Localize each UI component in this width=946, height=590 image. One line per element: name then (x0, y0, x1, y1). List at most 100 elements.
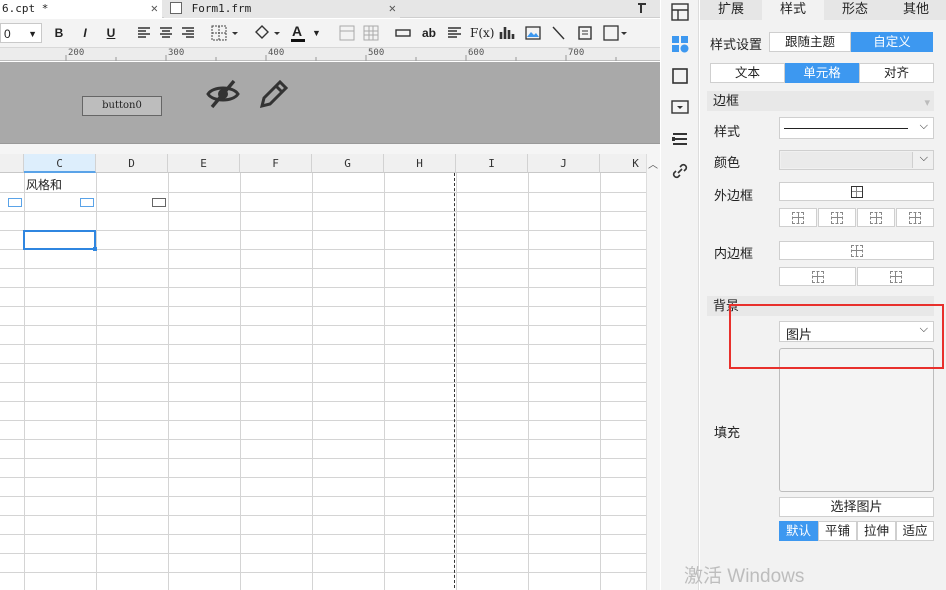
spreadsheet[interactable]: C D E F G H I J K 风格和 (0, 154, 646, 590)
section-divider (0, 144, 660, 154)
style-setting-label: 样式设置 (710, 37, 763, 52)
cell-widget-placeholder[interactable] (8, 198, 22, 207)
split-cells-icon[interactable] (362, 23, 380, 43)
image-mode-fit[interactable]: 适应 (896, 521, 934, 541)
text-field-icon[interactable] (394, 23, 412, 43)
border-icon[interactable] (210, 23, 240, 43)
sub-tab-text[interactable]: 文本 (710, 63, 785, 83)
column-header-k[interactable]: K (600, 154, 646, 173)
eye-off-icon[interactable] (205, 76, 241, 112)
outer-border-bottom[interactable] (857, 208, 895, 227)
fill-handle[interactable] (93, 247, 97, 251)
grid-row-line (0, 534, 646, 535)
chevron-down-icon: ▼ (312, 28, 321, 38)
bar-chart-icon[interactable] (498, 23, 516, 43)
chevron-down-icon: ▼ (28, 29, 37, 39)
merge-cells-icon[interactable] (338, 23, 356, 43)
formula-button[interactable]: F(x) (470, 23, 494, 43)
vertical-scrollbar[interactable]: ︿ (646, 154, 660, 590)
image-mode-default[interactable]: 默认 (779, 521, 818, 541)
align-center-icon[interactable] (158, 23, 174, 43)
tab-style[interactable]: 样式 (762, 0, 824, 20)
inner-border-vertical[interactable] (857, 267, 934, 286)
inner-border-horizontal[interactable] (779, 267, 856, 286)
image-icon[interactable] (524, 23, 542, 43)
column-header-g[interactable]: G (312, 154, 384, 173)
italic-button[interactable]: I (76, 23, 94, 43)
border-section-header[interactable]: 边框 ▾ (707, 91, 934, 111)
grid-row-line (0, 458, 646, 459)
column-header-e[interactable]: E (168, 154, 240, 173)
tab-form-frm[interactable]: Form1.frm ✕ (164, 0, 400, 18)
outer-border-left[interactable] (779, 208, 817, 227)
grid-row-line (0, 230, 646, 231)
follow-theme-button[interactable]: 跟随主题 (769, 32, 851, 52)
outer-border-right[interactable] (896, 208, 934, 227)
square-icon[interactable] (671, 67, 689, 85)
fill-color-icon[interactable] (252, 23, 282, 43)
border-style-select[interactable]: ⌵ (779, 117, 934, 139)
column-header-d[interactable]: D (96, 154, 168, 173)
form-design-area[interactable]: button0 (0, 62, 660, 144)
outer-border-label: 外边框 (714, 188, 754, 203)
column-header-j[interactable]: J (528, 154, 600, 173)
image-mode-tile[interactable]: 平铺 (818, 521, 857, 541)
tab-extend[interactable]: 扩展 (700, 0, 762, 20)
text-lines-icon[interactable] (446, 23, 464, 43)
slash-icon[interactable] (550, 23, 568, 43)
column-header-h[interactable]: H (384, 154, 456, 173)
chevron-down-icon: ▾ (924, 97, 930, 109)
custom-button[interactable]: 自定义 (851, 32, 933, 52)
form-icon[interactable] (576, 23, 594, 43)
tab-other[interactable]: 其他 (886, 0, 946, 20)
pin-icon[interactable] (636, 1, 650, 15)
chevron-down-icon: ⌵ (919, 152, 928, 164)
tab-report-cpt[interactable]: 6.cpt * ✕ (0, 0, 162, 18)
sub-tab-cell[interactable]: 单元格 (785, 63, 859, 83)
cell-attributes-icon[interactable] (671, 35, 689, 53)
activation-watermark: 激活 Windows (684, 566, 805, 587)
grid-row-line (0, 572, 646, 573)
layout-icon[interactable] (671, 3, 689, 21)
form-button-widget[interactable]: button0 (82, 96, 162, 116)
column-header-f[interactable]: F (240, 154, 312, 173)
ruler-mark: 300 (168, 48, 185, 58)
choose-image-button[interactable]: 选择图片 (779, 497, 934, 517)
frame-icon[interactable] (602, 23, 628, 43)
grid-row-line (0, 325, 646, 326)
close-icon[interactable]: ✕ (389, 0, 396, 17)
cell-c1[interactable]: 风格和 (26, 176, 62, 193)
link-icon[interactable] (671, 162, 689, 180)
chevron-up-icon[interactable]: ︿ (648, 156, 658, 171)
cell-widget-placeholder[interactable] (152, 198, 166, 207)
bold-button[interactable]: B (50, 23, 68, 43)
abbr-button[interactable]: ab (420, 23, 438, 43)
ruler-mark: 600 (468, 48, 485, 58)
highlight-annotation-box (729, 304, 944, 369)
align-left-icon[interactable] (136, 23, 152, 43)
outer-border-all[interactable] (779, 182, 934, 201)
image-mode-stretch[interactable]: 拉伸 (857, 521, 896, 541)
grid-row-line (0, 439, 646, 440)
font-size-select[interactable]: 0 ▼ (0, 23, 42, 43)
tab-shape[interactable]: 形态 (824, 0, 886, 20)
column-header-i[interactable]: I (456, 154, 528, 173)
file-icon (170, 2, 182, 14)
grid-row-line (0, 306, 646, 307)
outer-border-top[interactable] (818, 208, 856, 227)
selected-cell[interactable] (23, 230, 96, 250)
align-right-icon[interactable] (180, 23, 196, 43)
dropdown-widget-icon[interactable] (671, 98, 689, 116)
cell-widget-placeholder[interactable] (80, 198, 94, 207)
text-color-button[interactable]: A ▼ (290, 23, 322, 43)
sub-tab-align[interactable]: 对齐 (859, 63, 934, 83)
column-header-c[interactable]: C (24, 154, 96, 173)
underline-button[interactable]: U (102, 23, 120, 43)
side-icon-strip (661, 0, 699, 590)
border-color-select[interactable]: ⌵ (779, 150, 934, 170)
inner-border-all[interactable] (779, 241, 934, 260)
grid-row-line (0, 192, 646, 193)
close-icon[interactable]: ✕ (151, 0, 158, 17)
condition-icon[interactable] (671, 130, 689, 148)
pencil-icon[interactable] (256, 76, 292, 112)
